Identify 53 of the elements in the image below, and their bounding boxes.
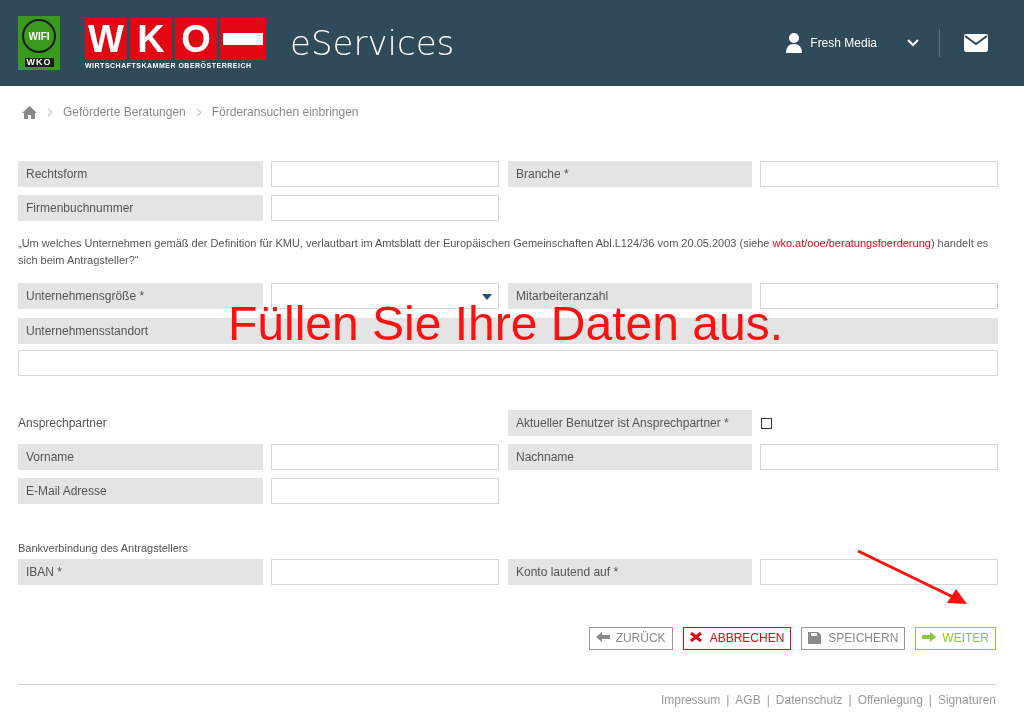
field-label: Nachname [508,444,752,470]
arrow-right-icon [922,632,937,644]
separator: | [928,691,932,709]
input-field[interactable] [271,478,499,504]
field-label: Rechtsform [18,161,263,187]
input-field[interactable] [271,444,499,470]
chevron-right-icon [195,107,202,117]
field-label: Ansprechpartner [18,415,108,432]
input-field[interactable] [760,444,998,470]
separator: | [726,691,730,709]
separator: | [848,691,852,709]
footer-link[interactable]: AGB [735,690,761,709]
field-label: Aktueller Benutzer ist Ansprechpartner * [508,410,752,436]
field-label: Branche * [508,161,752,187]
app-title: eServices [290,21,455,65]
input-field[interactable] [18,350,998,376]
input-field[interactable] [271,195,499,221]
footer-link[interactable]: Offenlegung [857,690,923,709]
separator: | [766,691,770,709]
save-icon [808,632,823,644]
field-label: E-Mail Adresse [18,478,263,504]
next-button[interactable]: WEITER [915,626,996,650]
section-heading: Bankverbindung des Antragstellers [18,541,189,556]
field-label: Firmenbuchnummer [18,195,263,221]
user-icon [786,33,803,53]
input-field[interactable] [271,161,499,187]
breadcrumb-link[interactable]: Förderansuchen einbringen [211,103,359,121]
input-field[interactable] [760,161,998,187]
field-label: Konto lautend auf * [508,558,752,585]
wifi-logo: WIFI WKO [18,16,60,70]
save-button[interactable]: SPEICHERN [801,626,906,650]
checkbox[interactable] [761,417,772,429]
link[interactable]: wko.at/ooe/beratungsfoerderung [772,237,931,249]
chevron-right-icon [47,107,53,117]
arrow-left-icon [595,632,610,644]
mail-icon[interactable] [964,34,988,52]
input-field[interactable] [760,558,998,585]
breadcrumb-link[interactable]: Geförderte Beratungen [63,103,186,121]
cancel-button[interactable]: ABBRECHEN [682,626,792,650]
footer-link[interactable]: Datenschutz [775,690,843,709]
user-name[interactable]: Fresh Media [810,34,877,52]
home-icon[interactable] [22,105,37,119]
footer-link[interactable]: Impressum [660,690,721,709]
field-label: IBAN * [18,558,263,585]
chevron-down-icon[interactable] [907,39,919,47]
caret-icon [482,294,492,300]
input-field[interactable] [271,558,499,585]
footer-link[interactable]: Signaturen [937,690,996,709]
input-field[interactable] [760,283,998,309]
field-label: Vorname [18,444,263,470]
back-button[interactable]: ZURÜCK [588,626,673,650]
close-icon [689,632,704,644]
info-text: „Um welches Unternehmen gemäß der Definition für KMU, verlautbart im Amtsblatt der Europäischen Gemeinschaften Abl.L124/36 vom 20.05.2003 (siehe wko.at/ooe/beratungsfoerderung) handelt es sich beim Antragsteller?“ [18,236,990,268]
